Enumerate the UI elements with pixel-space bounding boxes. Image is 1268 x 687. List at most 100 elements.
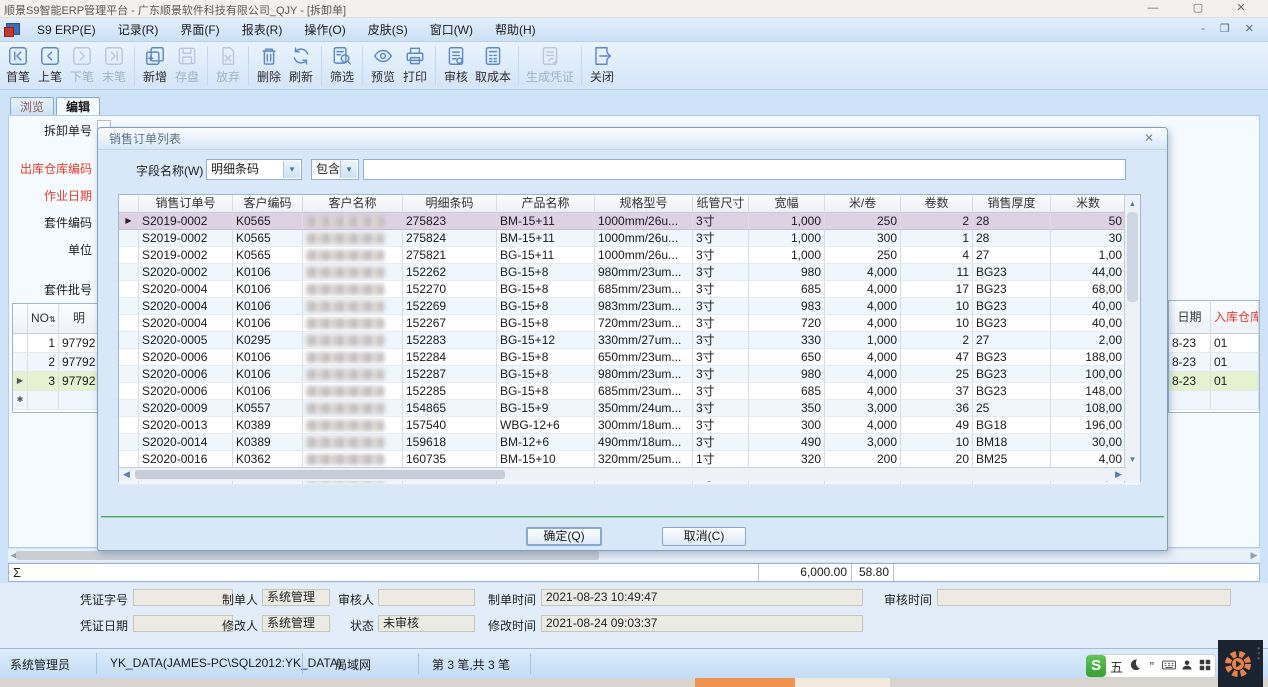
- column-header[interactable]: 纸管尺寸: [693, 195, 749, 212]
- dialog-title: 销售订单列表: [98, 128, 1167, 150]
- filter-value-input[interactable]: [363, 159, 1126, 180]
- detail-row[interactable]: 297792: [13, 353, 100, 372]
- toolbar-button-nav-first[interactable]: 首笔: [2, 42, 34, 89]
- toolbar-button-nav-prev[interactable]: 上笔: [34, 42, 66, 89]
- scroll-right-icon[interactable]: ▶: [1248, 549, 1260, 562]
- menu-item[interactable]: 界面(F): [169, 18, 230, 42]
- column-header[interactable]: 卷数: [901, 195, 973, 212]
- toolbar-button-printer[interactable]: 打印: [399, 42, 431, 89]
- sales-order-list-dialog: 销售订单列表 ✕ 字段名称(W) 明细条码 ▾ 包含 ▾ 销售订单号客户编码客户…: [97, 127, 1168, 551]
- column-header[interactable]: 米/卷: [825, 195, 901, 212]
- toolbar-button-trash[interactable]: 删除: [253, 42, 285, 89]
- window-close-button[interactable]: ✕: [1226, 0, 1256, 18]
- chevron-down-icon[interactable]: ▾: [340, 161, 357, 178]
- detail-row[interactable]: 8-2301: [1169, 353, 1259, 372]
- toolbar-button-refresh[interactable]: 刷新: [285, 42, 317, 89]
- toolbar-button-discard[interactable]: 放弃: [212, 42, 244, 89]
- sales-order-row[interactable]: S2020-0005K0295152283BG-15+12330mm/27um.…: [119, 332, 1140, 349]
- chevron-down-icon[interactable]: ▾: [283, 161, 300, 178]
- column-header[interactable]: 客户编码: [233, 195, 303, 212]
- punctuation-icon[interactable]: ”: [1144, 659, 1159, 674]
- tab-edit[interactable]: 编辑: [56, 97, 100, 116]
- table-horizontal-scrollbar[interactable]: ◀ ▶: [119, 467, 1126, 481]
- toolbar-button-nav-next[interactable]: 下笔: [66, 42, 98, 89]
- sales-order-row[interactable]: ▶S2019-0002K0565275823BM-15+111000mm/26u…: [119, 213, 1140, 230]
- keyboard-icon[interactable]: [1162, 659, 1177, 674]
- table-vertical-scrollbar[interactable]: ▲ ▼: [1124, 195, 1140, 483]
- menu-item[interactable]: 操作(O): [293, 18, 356, 42]
- toolbar-button-cost[interactable]: 取成本: [472, 42, 514, 89]
- toolbar-button-audit[interactable]: 审核: [440, 42, 472, 89]
- detail-row[interactable]: 8-2301: [1169, 372, 1259, 391]
- column-header[interactable]: 米数: [1051, 195, 1125, 212]
- sogou-input-icon[interactable]: S: [1086, 655, 1106, 677]
- toolbar-button-filter[interactable]: 筛选: [326, 42, 358, 89]
- form-scroll-thumb[interactable]: [16, 551, 599, 560]
- taskbar-app[interactable]: [795, 678, 890, 687]
- tab-browse[interactable]: 浏览: [10, 97, 54, 116]
- scroll-up-icon[interactable]: ▲: [1125, 196, 1140, 211]
- column-header[interactable]: 客户名称: [303, 195, 403, 212]
- sales-order-row[interactable]: S2020-0014K0389159618BM-12+6490mm/18um..…: [119, 434, 1140, 451]
- sales-order-row[interactable]: S2020-0006K0106152287BG-15+8980mm/23um..…: [119, 366, 1140, 383]
- toolbar-button-nav-last[interactable]: 末笔: [98, 42, 130, 89]
- sales-order-row[interactable]: S2020-0016K0362160735BM-15+10320mm/25um.…: [119, 451, 1140, 468]
- user-profile-icon[interactable]: [1180, 659, 1195, 674]
- column-header[interactable]: 销售厚度: [973, 195, 1051, 212]
- sales-order-row[interactable]: S2020-0004K0106152267BG-15+8720mm/23um..…: [119, 315, 1140, 332]
- menu-item[interactable]: 窗口(W): [419, 18, 484, 42]
- sales-order-row[interactable]: S2020-0004K0106152269BG-15+8983mm/23um..…: [119, 298, 1140, 315]
- menu-item[interactable]: 报表(R): [231, 18, 294, 42]
- filter-operator-select[interactable]: 包含 ▾: [311, 159, 359, 180]
- detail-grid-right[interactable]: 日期入库仓库8-23018-23018-2301: [1168, 300, 1260, 413]
- toolbar-button-exit[interactable]: 关闭: [586, 42, 618, 89]
- toolbar-button-voucher[interactable]: 生成凭证: [523, 42, 577, 89]
- column-header[interactable]: 明细条码: [403, 195, 497, 212]
- menu-item[interactable]: 皮肤(S): [357, 18, 419, 42]
- sales-order-row[interactable]: S2020-0006K0106152285BG-15+8685mm/23um..…: [119, 383, 1140, 400]
- mdi-window-controls[interactable]: - ❐ ✕: [1201, 22, 1260, 35]
- window-maximize-button[interactable]: ▢: [1183, 0, 1213, 18]
- cancel-button[interactable]: 取消(C): [662, 527, 746, 546]
- ime-toolbar[interactable]: S 五 ”: [1088, 654, 1216, 678]
- filter-field-select[interactable]: 明细条码 ▾: [206, 159, 302, 180]
- scroll-left-icon[interactable]: ◀: [119, 468, 134, 481]
- detail-row[interactable]: [1169, 391, 1259, 410]
- menu-item[interactable]: S9 ERP(E): [26, 18, 107, 42]
- detail-row[interactable]: ▶397792: [13, 372, 100, 391]
- vertical-scroll-thumb[interactable]: [1127, 212, 1138, 302]
- sales-order-row[interactable]: S2020-0004K0106152270BG-15+8685mm/23um..…: [119, 281, 1140, 298]
- column-header[interactable]: 销售订单号: [139, 195, 233, 212]
- scroll-down-icon[interactable]: ▼: [1125, 452, 1140, 467]
- sales-order-row[interactable]: S2020-0013K0389157540WBG-12+6300mm/18um.…: [119, 417, 1140, 434]
- toolbar-button-preview[interactable]: 预览: [367, 42, 399, 89]
- detail-row[interactable]: ✱: [13, 391, 100, 410]
- scroll-right-icon[interactable]: ▶: [1111, 468, 1126, 481]
- column-header[interactable]: 规格型号: [595, 195, 693, 212]
- sales-order-row[interactable]: S2019-0002K0565275824BM-15+111000mm/26u.…: [119, 230, 1140, 247]
- sales-order-table-header[interactable]: 销售订单号客户编码客户名称明细条码产品名称规格型号纸管尺寸宽幅米/卷卷数销售厚度…: [119, 195, 1140, 213]
- detail-row[interactable]: 8-2301: [1169, 334, 1259, 353]
- taskbar-active-app[interactable]: [695, 678, 795, 687]
- moon-fullhalf-icon[interactable]: [1127, 658, 1142, 674]
- sales-order-row[interactable]: S2019-0002K0565275821BG-15+111000mm/26u.…: [119, 247, 1140, 264]
- ok-button[interactable]: 确定(Q): [526, 527, 602, 546]
- sales-order-row[interactable]: S2020-0002K0106152262BG-15+8980mm/23um..…: [119, 264, 1140, 281]
- toolbar-button-add-doc[interactable]: 新增: [139, 42, 171, 89]
- detail-row[interactable]: 197792: [13, 334, 100, 353]
- detail-grid-left[interactable]: NO⇅明197792297792▶397792✱: [12, 303, 101, 413]
- column-header[interactable]: 产品名称: [497, 195, 595, 212]
- sales-order-row[interactable]: S2020-0009K0557154865BG-15+9350mm/24um..…: [119, 400, 1140, 417]
- window-minimize-button[interactable]: —: [1138, 0, 1168, 18]
- menu-item[interactable]: 记录(R): [107, 18, 170, 42]
- menu-item[interactable]: 帮助(H): [484, 18, 547, 42]
- toolbox-grid-icon[interactable]: [1197, 659, 1212, 674]
- dialog-close-icon[interactable]: ✕: [1141, 131, 1157, 147]
- tray-menu-dots-icon[interactable]: •••: [1257, 646, 1260, 661]
- app-tray-tile[interactable]: •••: [1218, 640, 1263, 687]
- toolbar-button-save[interactable]: 存盘: [171, 42, 203, 89]
- sales-order-row[interactable]: S2020-0006K0106152284BG-15+8650mm/23um..…: [119, 349, 1140, 366]
- horizontal-scroll-thumb[interactable]: [135, 470, 505, 479]
- column-header[interactable]: 宽幅: [749, 195, 825, 212]
- wubi-mode-icon[interactable]: 五: [1109, 657, 1124, 676]
